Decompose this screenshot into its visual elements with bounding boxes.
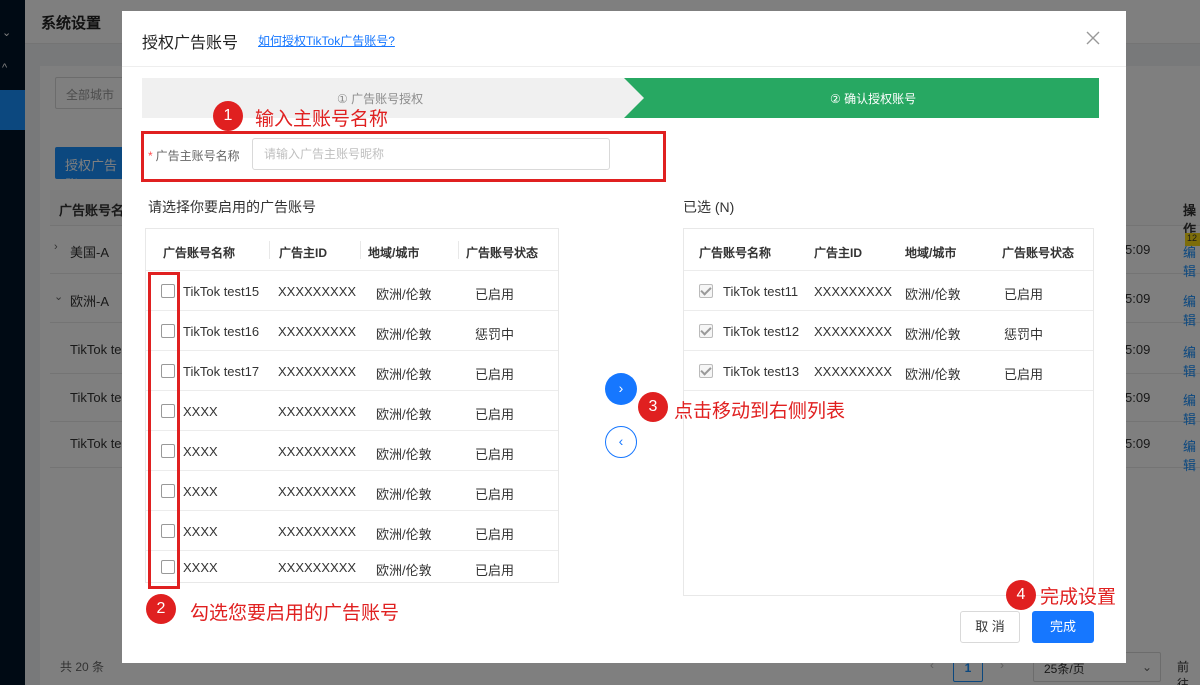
row-checkbox-checked[interactable] bbox=[699, 364, 713, 378]
account-status: 惩罚中 bbox=[475, 327, 515, 342]
column-header-region: 地域/城市 bbox=[905, 246, 957, 260]
account-status: 已启用 bbox=[475, 527, 515, 542]
advertiser-id: XXXXXXXXX bbox=[814, 324, 893, 339]
account-status: 已启用 bbox=[475, 447, 515, 462]
annotation-text: 输入主账号名称 bbox=[255, 108, 389, 130]
available-accounts-list: 广告账号名称 广告主ID 地域/城市 广告账号状态 TikTok test15 … bbox=[145, 228, 559, 583]
advertiser-id: XXXXXXXXX bbox=[814, 364, 893, 379]
list-item[interactable]: TikTok test11 XXXXXXXXX 欧洲/伦敦 已启用 bbox=[684, 271, 1093, 311]
modal-header: 授权广告账号 如何授权TikTok广告账号? bbox=[122, 11, 1126, 67]
advertiser-id: XXXXXXXXX bbox=[278, 444, 357, 459]
close-icon[interactable] bbox=[1083, 28, 1103, 48]
account-region: 欧洲/伦敦 bbox=[376, 447, 432, 462]
done-button[interactable]: 完成 bbox=[1032, 611, 1094, 643]
account-name: XXXX bbox=[183, 560, 218, 575]
account-status: 已启用 bbox=[1004, 367, 1044, 382]
account-name: XXXX bbox=[183, 444, 218, 459]
account-status: 已启用 bbox=[475, 487, 515, 502]
list-item[interactable]: XXXX XXXXXXXXX 欧洲/伦敦 已启用 bbox=[146, 431, 558, 471]
account-region: 欧洲/伦敦 bbox=[376, 327, 432, 342]
column-header-id: 广告主ID bbox=[279, 246, 328, 260]
column-header-id: 广告主ID bbox=[814, 246, 863, 260]
account-name: XXXX bbox=[183, 404, 218, 419]
account-status: 已启用 bbox=[475, 367, 515, 382]
account-name: TikTok test16 bbox=[183, 324, 260, 339]
move-left-button[interactable]: ‹ bbox=[605, 426, 637, 458]
annotation-number: 2 bbox=[146, 594, 176, 624]
annotation-number: 3 bbox=[638, 392, 668, 422]
account-region: 欧洲/伦敦 bbox=[376, 487, 432, 502]
list-item[interactable]: TikTok test12 XXXXXXXXX 欧洲/伦敦 惩罚中 bbox=[684, 311, 1093, 351]
advertiser-id: XXXXXXXXX bbox=[814, 284, 893, 299]
column-header-status: 广告账号状态 bbox=[466, 246, 539, 260]
account-status: 已启用 bbox=[475, 563, 515, 578]
list-header: 广告账号名称 广告主ID 地域/城市 广告账号状态 bbox=[146, 229, 558, 271]
column-header-name: 广告账号名称 bbox=[699, 246, 772, 260]
account-name: XXXX bbox=[183, 484, 218, 499]
advertiser-id: XXXXXXXXX bbox=[278, 560, 357, 575]
account-region: 欧洲/伦敦 bbox=[905, 367, 961, 382]
selected-list-title: 已选 (N) bbox=[683, 199, 735, 215]
account-region: 欧洲/伦敦 bbox=[376, 367, 432, 382]
account-name: TikTok test13 bbox=[723, 364, 800, 379]
account-status: 已启用 bbox=[475, 407, 515, 422]
account-status: 已启用 bbox=[475, 287, 515, 302]
annotation-text: 点击移动到右侧列表 bbox=[674, 400, 846, 422]
list-item[interactable]: TikTok test13 XXXXXXXXX 欧洲/伦敦 已启用 bbox=[684, 351, 1093, 391]
list-item[interactable]: TikTok test15 XXXXXXXXX 欧洲/伦敦 已启用 bbox=[146, 271, 558, 311]
help-link[interactable]: 如何授权TikTok广告账号? bbox=[258, 32, 395, 49]
list-item[interactable]: TikTok test16 XXXXXXXXX 欧洲/伦敦 惩罚中 bbox=[146, 311, 558, 351]
available-list-title: 请选择你要启用的广告账号 bbox=[148, 199, 316, 215]
list-item[interactable]: XXXX XXXXXXXXX 欧洲/伦敦 已启用 bbox=[146, 471, 558, 511]
account-region: 欧洲/伦敦 bbox=[905, 327, 961, 342]
list-item[interactable]: XXXX XXXXXXXXX 欧洲/伦敦 已启用 bbox=[146, 511, 558, 551]
column-header-status: 广告账号状态 bbox=[1002, 246, 1075, 260]
advertiser-id: XXXXXXXXX bbox=[278, 404, 357, 419]
annotation-box-input bbox=[141, 131, 666, 182]
move-right-button[interactable]: › bbox=[605, 373, 637, 405]
account-name: XXXX bbox=[183, 524, 218, 539]
account-name: TikTok test11 bbox=[723, 284, 799, 299]
account-name: TikTok test12 bbox=[723, 324, 800, 339]
account-status: 惩罚中 bbox=[1004, 327, 1044, 342]
advertiser-id: XXXXXXXXX bbox=[278, 524, 357, 539]
list-item[interactable]: XXXX XXXXXXXXX 欧洲/伦敦 已启用 bbox=[146, 391, 558, 431]
advertiser-id: XXXXXXXXX bbox=[278, 364, 357, 379]
account-region: 欧洲/伦敦 bbox=[376, 527, 432, 542]
row-checkbox-checked[interactable] bbox=[699, 284, 713, 298]
cancel-button[interactable]: 取 消 bbox=[960, 611, 1020, 643]
account-name: TikTok test15 bbox=[183, 284, 260, 299]
account-region: 欧洲/伦敦 bbox=[376, 563, 432, 578]
annotation-box-checkboxes bbox=[148, 272, 180, 589]
list-header: 广告账号名称 广告主ID 地域/城市 广告账号状态 bbox=[684, 229, 1093, 271]
annotation-number: 1 bbox=[213, 101, 243, 131]
advertiser-id: XXXXXXXXX bbox=[278, 324, 357, 339]
row-checkbox-checked[interactable] bbox=[699, 324, 713, 338]
annotation-number: 4 bbox=[1006, 580, 1036, 610]
list-item[interactable]: XXXX XXXXXXXXX 欧洲/伦敦 已启用 bbox=[146, 551, 558, 582]
account-region: 欧洲/伦敦 bbox=[376, 287, 432, 302]
account-region: 欧洲/伦敦 bbox=[905, 287, 961, 302]
account-region: 欧洲/伦敦 bbox=[376, 407, 432, 422]
list-item[interactable]: TikTok test17 XXXXXXXXX 欧洲/伦敦 已启用 bbox=[146, 351, 558, 391]
account-status: 已启用 bbox=[1004, 287, 1044, 302]
annotation-text: 勾选您要启用的广告账号 bbox=[190, 602, 400, 624]
advertiser-id: XXXXXXXXX bbox=[278, 284, 357, 299]
annotation-text: 完成设置 bbox=[1040, 586, 1117, 608]
column-header-region: 地域/城市 bbox=[368, 246, 420, 260]
column-header-name: 广告账号名称 bbox=[163, 246, 236, 260]
modal-title: 授权广告账号 bbox=[142, 35, 239, 52]
step-2-label: ② 确认授权账号 bbox=[830, 92, 917, 106]
account-name: TikTok test17 bbox=[183, 364, 260, 379]
list-scrollbar[interactable] bbox=[558, 229, 559, 583]
advertiser-id: XXXXXXXXX bbox=[278, 484, 357, 499]
